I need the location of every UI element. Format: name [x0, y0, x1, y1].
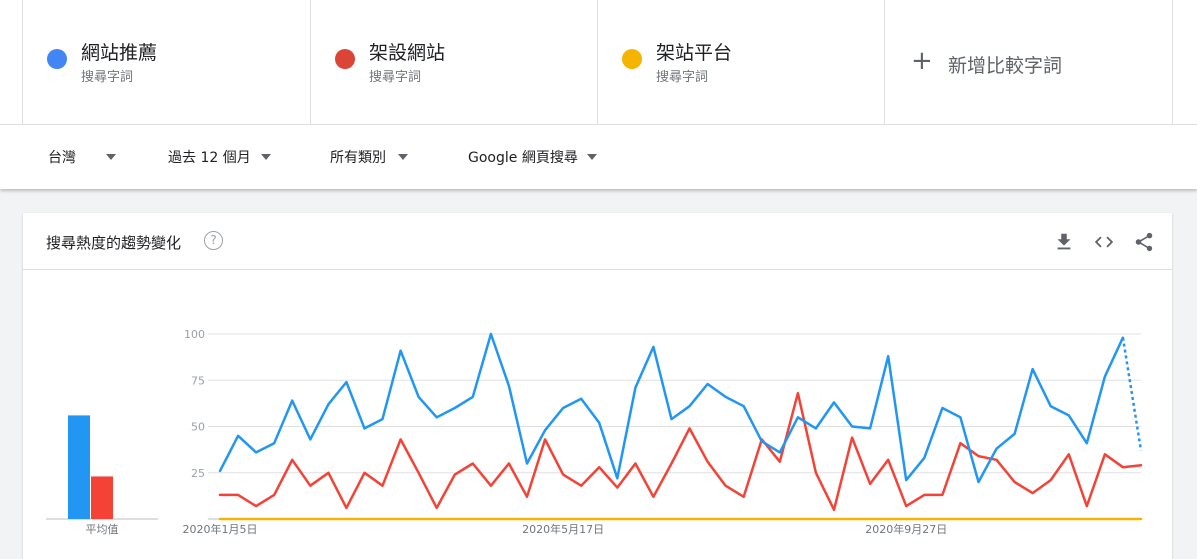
time-range-label: 過去 12 個月: [168, 150, 251, 166]
trend-chart[interactable]: 平均值 25 50 75 100 2020年1月5日 2020年5月17日 2020年9月…: [23, 213, 1172, 559]
x-tick-label: 2020年9月27日: [865, 522, 947, 536]
add-comparison-label: 新增比較字詞: [948, 55, 1063, 77]
series-partial-segment-1: [1121, 337, 1143, 451]
filter-bar: 台灣 過去 12 個月 所有類別 Google 網頁搜尋: [0, 125, 1197, 189]
search-property-label: Google 網頁搜尋: [468, 150, 578, 166]
terms-bar: 網站推薦 搜尋字詞 架設網站 搜尋字詞 架站平台 搜尋字詞 + 新增比較字詞: [0, 0, 1197, 125]
time-range-dropdown[interactable]: 過去 12 個月: [168, 147, 271, 167]
term-card-3[interactable]: 架站平台 搜尋字詞: [597, 0, 885, 124]
search-property-dropdown[interactable]: Google 網頁搜尋: [468, 147, 597, 167]
term-type-label: 搜尋字詞: [369, 70, 422, 85]
series-line-1: [218, 332, 1125, 484]
term-name: 架站平台: [656, 42, 733, 64]
y-tick-label: 50: [191, 421, 205, 434]
averages-panel: 平均值: [46, 415, 158, 536]
averages-label: 平均值: [86, 523, 119, 536]
y-tick-label: 25: [191, 467, 205, 480]
term-card-1[interactable]: 網站推薦 搜尋字詞: [22, 0, 310, 124]
region-label: 台灣: [48, 150, 76, 166]
y-tick-label: 75: [191, 374, 205, 387]
term-color-dot: [335, 49, 355, 69]
dropdown-arrow-icon: [260, 154, 271, 160]
chart-x-axis: 2020年1月5日 2020年5月17日 2020年9月27日: [183, 522, 948, 536]
x-tick-label: 2020年1月5日: [183, 522, 258, 536]
term-name: 網站推薦: [81, 42, 158, 64]
category-dropdown[interactable]: 所有類別: [330, 147, 408, 167]
region-dropdown[interactable]: 台灣: [48, 147, 116, 167]
term-name: 架設網站: [369, 42, 446, 64]
term-color-dot: [622, 49, 642, 69]
y-tick-label: 100: [184, 328, 205, 341]
dropdown-arrow-icon: [398, 154, 408, 160]
term-card-2[interactable]: 架設網站 搜尋字詞: [310, 0, 598, 124]
category-label: 所有類別: [330, 150, 386, 166]
term-type-label: 搜尋字詞: [656, 70, 709, 85]
add-term-card: + 新增比較字詞: [884, 0, 1173, 124]
average-bar-2: [91, 476, 113, 519]
dropdown-arrow-icon: [586, 154, 597, 160]
average-bar-1: [68, 415, 90, 519]
dropdown-arrow-icon: [106, 154, 116, 160]
add-comparison-button[interactable]: + 新增比較字詞: [885, 0, 1172, 124]
interest-over-time-card: 搜尋熱度的趨勢變化 ? 平均值 25 50 75 100 2020年1月5日 2020年…: [23, 213, 1172, 559]
chart-gridlines: 25 50 75 100: [184, 328, 1141, 520]
plus-icon: +: [911, 46, 933, 76]
x-tick-label: 2020年5月17日: [522, 522, 604, 536]
term-type-label: 搜尋字詞: [81, 70, 134, 85]
term-color-dot: [47, 49, 67, 69]
